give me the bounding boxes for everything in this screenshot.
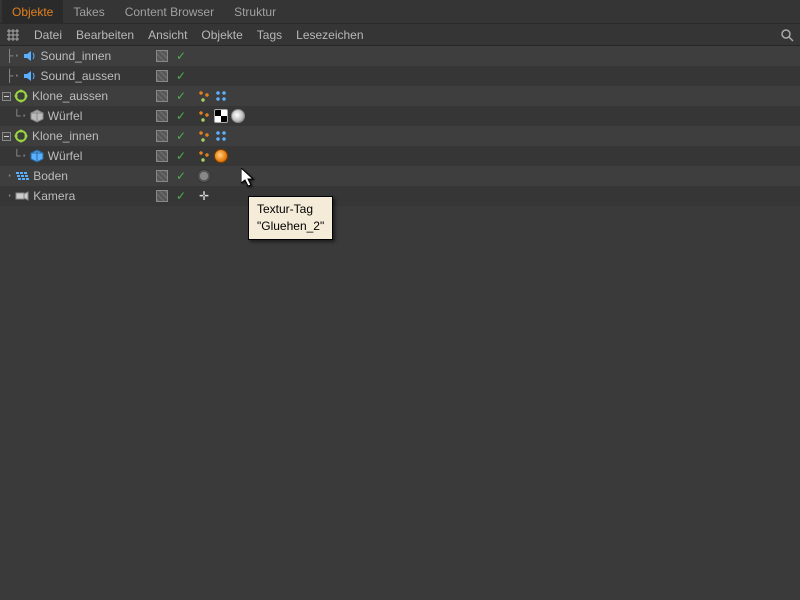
tag-dots[interactable] (197, 89, 211, 103)
tag-gear[interactable] (197, 169, 211, 183)
tag-tex-orange[interactable] (214, 149, 228, 163)
menu-objects[interactable]: Objekte (201, 28, 242, 42)
object-name-label: Würfel (48, 149, 83, 163)
object-name-cell[interactable]: ├·Sound_innen (0, 46, 150, 66)
object-type-icon (14, 89, 28, 103)
object-name-label: Sound_innen (40, 49, 111, 63)
tooltip-line1: Textur-Tag (257, 201, 324, 218)
visibility-check-icon[interactable]: ✓ (173, 149, 189, 163)
tags-cell (197, 89, 228, 103)
expand-toggle[interactable] (1, 91, 11, 101)
layer-swatch[interactable] (156, 70, 168, 82)
object-type-icon (30, 109, 44, 123)
menu-edit[interactable]: Bearbeiten (76, 28, 134, 42)
expand-toggle[interactable] (1, 131, 11, 141)
object-name-label: Klone_innen (32, 129, 99, 143)
tag-crosshair[interactable] (197, 189, 211, 203)
object-row[interactable]: ├·Sound_innen ✓ (0, 46, 800, 66)
layer-swatch[interactable] (156, 110, 168, 122)
object-type-icon (22, 69, 36, 83)
object-name-cell[interactable]: ├·Sound_aussen (0, 66, 150, 86)
tab-content-browser[interactable]: Content Browser (115, 0, 224, 23)
visibility-check-icon[interactable]: ✓ (173, 189, 189, 203)
tab-takes[interactable]: Takes (63, 0, 114, 23)
tree-empty-area[interactable] (0, 206, 800, 600)
layer-swatch[interactable] (156, 50, 168, 62)
menu-view[interactable]: Ansicht (148, 28, 187, 42)
object-row[interactable]: ·Boden ✓ (0, 166, 800, 186)
object-name-label: Würfel (48, 109, 83, 123)
object-name-label: Kamera (33, 189, 75, 203)
object-row[interactable]: └·Würfel ✓ (0, 106, 800, 126)
tag-dots[interactable] (197, 129, 211, 143)
object-row[interactable]: Klone_aussen ✓ (0, 86, 800, 106)
layer-swatch[interactable] (156, 150, 168, 162)
tab-structure[interactable]: Struktur (224, 0, 286, 23)
object-row[interactable]: Klone_innen ✓ (0, 126, 800, 146)
menu-tags[interactable]: Tags (257, 28, 282, 42)
tag-blue-dots[interactable] (214, 129, 228, 143)
object-name-label: Sound_aussen (40, 69, 120, 83)
search-icon[interactable] (780, 28, 794, 42)
tag-tex-checker[interactable] (214, 109, 228, 123)
visibility-check-icon[interactable]: ✓ (173, 69, 189, 83)
menu-bar: Datei Bearbeiten Ansicht Objekte Tags Le… (0, 24, 800, 46)
tag-tex-sphere[interactable] (231, 109, 245, 123)
menu-bookmarks[interactable]: Lesezeichen (296, 28, 363, 42)
tags-cell (197, 189, 211, 203)
object-name-cell[interactable]: ·Boden (0, 166, 150, 186)
layer-swatch[interactable] (156, 190, 168, 202)
tag-dots[interactable] (197, 109, 211, 123)
object-row[interactable]: └·Würfel ✓ (0, 146, 800, 166)
object-name-cell[interactable]: Klone_innen (0, 126, 150, 146)
object-name-label: Klone_aussen (32, 89, 108, 103)
tooltip: Textur-Tag "Gluehen_2" (248, 196, 333, 240)
object-name-label: Boden (33, 169, 68, 183)
object-type-icon (15, 169, 29, 183)
tags-cell (197, 109, 245, 123)
tag-blue-dots[interactable] (214, 89, 228, 103)
tag-dots[interactable] (197, 149, 211, 163)
menu-file[interactable]: Datei (34, 28, 62, 42)
panel-menu-icon[interactable] (6, 28, 20, 42)
tags-cell (197, 129, 228, 143)
visibility-check-icon[interactable]: ✓ (173, 49, 189, 63)
layer-swatch[interactable] (156, 130, 168, 142)
layer-swatch[interactable] (156, 170, 168, 182)
visibility-check-icon[interactable]: ✓ (173, 89, 189, 103)
layer-swatch[interactable] (156, 90, 168, 102)
object-name-cell[interactable]: └·Würfel (0, 146, 150, 166)
tags-cell (197, 149, 228, 163)
object-type-icon (30, 149, 44, 163)
tags-cell (197, 169, 211, 183)
object-name-cell[interactable]: Klone_aussen (0, 86, 150, 106)
panel-tabs: Objekte Takes Content Browser Struktur (0, 0, 800, 24)
object-name-cell[interactable]: ·Kamera (0, 186, 150, 206)
visibility-check-icon[interactable]: ✓ (173, 169, 189, 183)
tooltip-line2: "Gluehen_2" (257, 218, 324, 235)
object-type-icon (22, 49, 36, 63)
object-row[interactable]: ├·Sound_aussen ✓ (0, 66, 800, 86)
object-type-icon (15, 189, 29, 203)
object-row[interactable]: ·Kamera ✓ (0, 186, 800, 206)
object-type-icon (14, 129, 28, 143)
visibility-check-icon[interactable]: ✓ (173, 109, 189, 123)
object-name-cell[interactable]: └·Würfel (0, 106, 150, 126)
object-tree: ├·Sound_innen✓├·Sound_aussen✓Klone_ausse… (0, 46, 800, 600)
tab-objects[interactable]: Objekte (2, 0, 63, 23)
visibility-check-icon[interactable]: ✓ (173, 129, 189, 143)
